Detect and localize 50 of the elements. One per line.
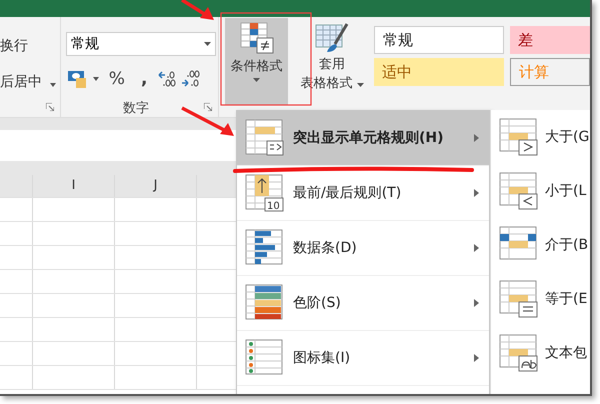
submenu-item[interactable]: 小于(L (491, 164, 590, 218)
caret-icon[interactable] (92, 77, 99, 81)
rule-icon (245, 119, 285, 157)
caret-icon (253, 78, 260, 82)
annotation-arrow (181, 106, 234, 136)
submenu-item[interactable]: 介于(B (491, 218, 590, 272)
cell-style-swatch[interactable]: 差 (510, 26, 590, 54)
number-format-field[interactable]: 常规 (66, 32, 216, 56)
cell-style-swatch[interactable]: 常规 (374, 26, 504, 54)
submenu-arrow-icon (474, 134, 479, 142)
conditional-format-icon (240, 22, 274, 54)
percent-button[interactable]: % (102, 69, 131, 89)
menu-item[interactable]: 突出显示单元格规则(H) (237, 111, 489, 166)
submenu-arrow-icon (474, 189, 479, 197)
rule-icon (245, 284, 285, 322)
rule-icon (499, 334, 539, 372)
caret-icon[interactable] (50, 83, 56, 87)
dialog-launcher-icon[interactable] (46, 103, 54, 111)
menu-item[interactable]: 数据条(D) (237, 221, 489, 276)
menu-item[interactable]: 10 最前/最后规则(T) (237, 166, 489, 221)
table-brush-icon (315, 22, 349, 54)
group-label: 数字 (122, 100, 149, 117)
submenu-item[interactable]: 文本包 (491, 326, 590, 380)
column-header[interactable]: I (33, 175, 115, 197)
submenu-arrow-icon (474, 299, 479, 307)
rule-icon (245, 339, 285, 377)
column-header[interactable]: J (115, 175, 197, 197)
menu-item[interactable]: 色阶(S) (237, 276, 489, 331)
rule-icon (499, 118, 539, 156)
decrease-decimal-icon[interactable] (181, 69, 202, 89)
submenu-arrow-icon (474, 244, 479, 252)
submenu-arrow-icon (474, 354, 479, 362)
annotation-arrow (181, 0, 214, 20)
caret-icon[interactable] (204, 42, 211, 46)
rule-icon: 10 (245, 174, 285, 212)
currency-icon[interactable] (66, 69, 89, 89)
dialog-launcher-icon[interactable] (204, 103, 212, 111)
rule-icon (499, 280, 539, 318)
merge-center-button[interactable]: 后居中 (0, 73, 42, 91)
cell-style-swatch[interactable]: 适中 (374, 58, 504, 86)
wrap-text-button[interactable]: 换行 (0, 37, 28, 55)
caret-icon (356, 83, 364, 87)
submenu-item[interactable]: 等于(E (491, 272, 590, 326)
comma-button[interactable]: , (134, 69, 154, 89)
submenu-item[interactable]: 大于(G (491, 110, 590, 164)
increase-decimal-icon[interactable] (157, 69, 178, 89)
rule-icon (499, 172, 539, 210)
conditional-formatting-button[interactable]: 条件格式 (225, 18, 288, 105)
menu-item[interactable]: 图标集(I) (237, 331, 489, 386)
rule-icon (245, 229, 285, 267)
